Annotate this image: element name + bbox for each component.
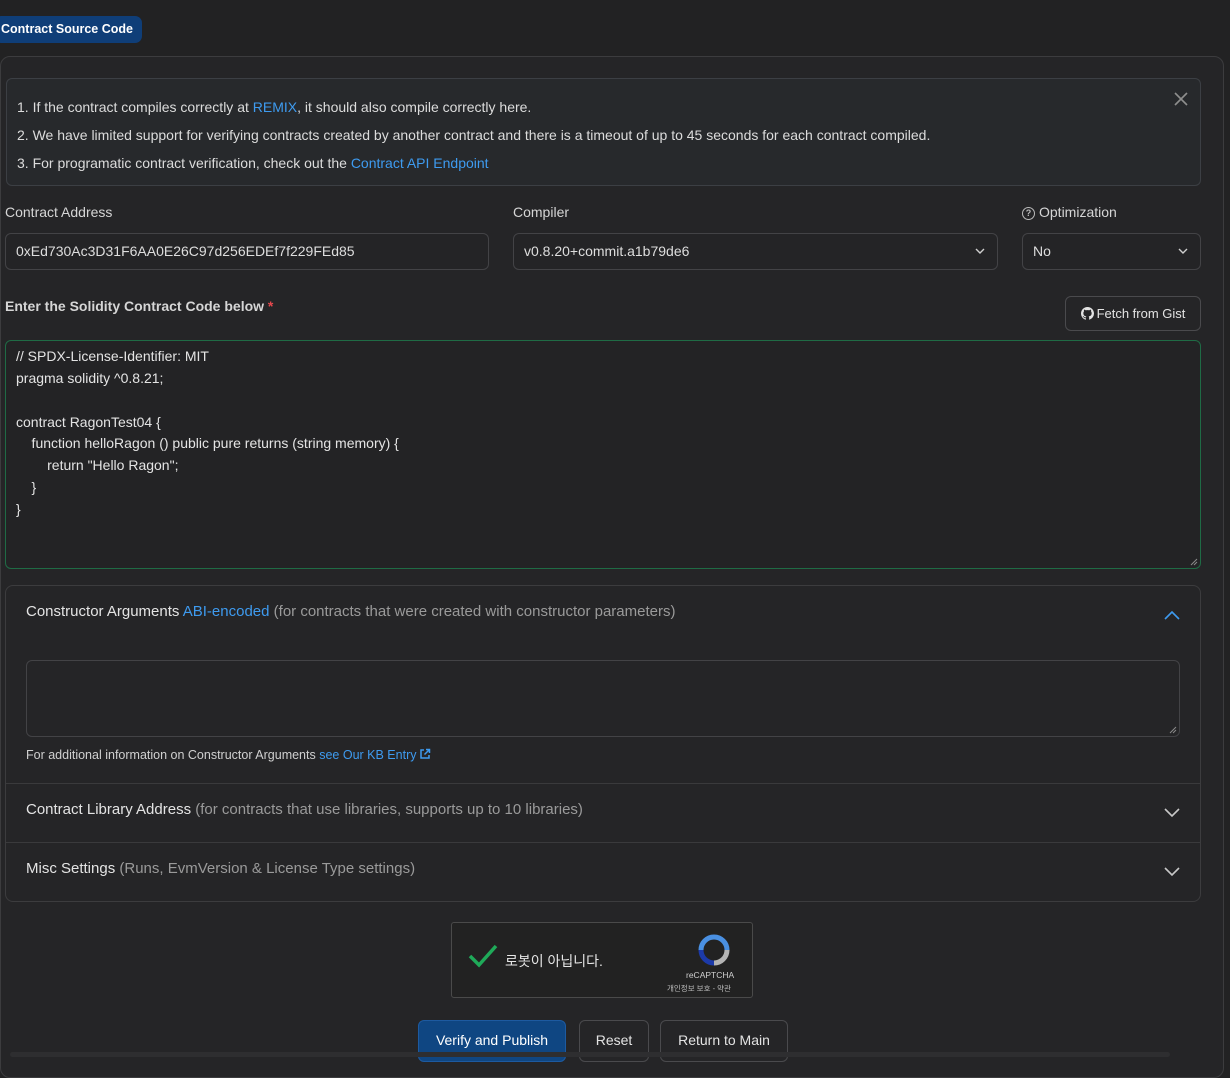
required-mark: *: [267, 298, 274, 314]
chevron-down-icon[interactable]: [1164, 808, 1180, 818]
chevron-up-icon[interactable]: [1164, 610, 1180, 620]
code-line: pragma solidity ^0.8.21;: [16, 370, 164, 386]
fetch-button-label: Fetch from Gist: [1096, 306, 1186, 321]
compiler-label: Compiler: [513, 204, 570, 220]
lib-title: Contract Library Address: [26, 801, 192, 818]
recaptcha-brand: reCAPTCHA: [686, 970, 735, 980]
horizontal-scrollbar[interactable]: [10, 1052, 1170, 1057]
misc-title: Misc Settings: [26, 860, 116, 877]
optimization-label-text: Optimization: [1039, 204, 1117, 220]
compiler-select[interactable]: v0.8.20+commit.a1b79de6: [513, 233, 998, 270]
recaptcha-widget[interactable]: 로봇이 아닙니다. reCAPTCHA 개인정보 보호 - 약관: [451, 922, 753, 998]
divider: [6, 842, 1200, 843]
code-line: function helloRagon () public pure retur…: [16, 435, 399, 451]
kb-entry-link[interactable]: see Our KB Entry: [319, 748, 431, 762]
code-line: // SPDX-License-Identifier: MIT: [16, 348, 209, 364]
constructor-arguments-input[interactable]: [26, 660, 1180, 737]
resize-handle-icon[interactable]: [1169, 726, 1177, 734]
ctor-desc: (for contracts that were created with co…: [273, 603, 676, 620]
misc-settings-header[interactable]: Misc Settings (Runs, EvmVersion & Licens…: [26, 860, 415, 877]
resize-handle-icon[interactable]: [1190, 558, 1198, 566]
alert-line-1: 1. If the contract compiles correctly at…: [17, 99, 531, 115]
alert-line-3: 3. For programatic contract verification…: [17, 155, 489, 171]
external-link-icon: [420, 748, 431, 759]
chevron-down-icon: [975, 248, 985, 254]
alert-line-2: 2. We have limited support for verifying…: [17, 127, 931, 143]
contract-api-link[interactable]: Contract API Endpoint: [351, 155, 489, 171]
info-alert: 1. If the contract compiles correctly at…: [6, 78, 1201, 186]
alert-text: , it should also compile correctly here.: [297, 99, 532, 115]
advanced-accordion: Constructor Arguments ABI-encoded (for c…: [5, 585, 1201, 902]
ctor-note-text: For additional information on Constructo…: [26, 748, 316, 762]
captcha-text: 로봇이 아닙니다.: [505, 953, 603, 969]
tab-contract-source-code[interactable]: Contract Source Code: [0, 16, 142, 43]
code-line: return "Hello Ragon";: [16, 457, 179, 473]
recaptcha-logo-icon: [698, 934, 730, 966]
help-icon[interactable]: ?: [1022, 207, 1035, 220]
code-line: contract RagonTest04 {: [16, 414, 161, 430]
code-line: }: [16, 501, 21, 517]
contract-address-label: Contract Address: [5, 204, 113, 220]
misc-desc: (Runs, EvmVersion & License Type setting…: [119, 860, 416, 877]
compiler-value: v0.8.20+commit.a1b79de6: [524, 243, 690, 259]
contract-library-address-header[interactable]: Contract Library Address (for contracts …: [26, 801, 583, 818]
constructor-arguments-header[interactable]: Constructor Arguments ABI-encoded (for c…: [26, 603, 675, 620]
ctor-title: Constructor Arguments: [26, 603, 180, 620]
code-line: }: [16, 479, 37, 495]
remix-link[interactable]: REMIX: [253, 99, 297, 115]
chevron-down-icon: [1178, 248, 1188, 254]
fetch-from-gist-button[interactable]: Fetch from Gist: [1065, 296, 1201, 331]
alert-text: 3. For programatic contract verification…: [17, 155, 351, 171]
kb-entry-link-text: see Our KB Entry: [319, 748, 417, 762]
checkmark-icon[interactable]: [468, 943, 498, 969]
abi-encoded-link[interactable]: ABI-encoded: [183, 603, 270, 620]
recaptcha-terms-link[interactable]: 개인정보 보호 - 약관: [667, 983, 731, 994]
optimization-select[interactable]: No: [1022, 233, 1201, 270]
chevron-down-icon[interactable]: [1164, 867, 1180, 877]
close-icon[interactable]: [1172, 91, 1190, 109]
optimization-value: No: [1033, 243, 1051, 259]
constructor-note: For additional information on Constructo…: [26, 748, 431, 762]
solidity-code-editor[interactable]: // SPDX-License-Identifier: MIT pragma s…: [5, 340, 1201, 569]
lib-desc: (for contracts that use libraries, suppo…: [195, 801, 583, 818]
divider: [6, 783, 1200, 784]
code-label-text: Enter the Solidity Contract Code below: [5, 298, 265, 314]
optimization-label: ? Optimization: [1022, 204, 1117, 220]
alert-text: 1. If the contract compiles correctly at: [17, 99, 253, 115]
github-icon: [1080, 307, 1094, 320]
contract-address-input[interactable]: 0xEd730Ac3D31F6AA0E26C97d256EDEf7f229FEd…: [5, 233, 489, 270]
code-label: Enter the Solidity Contract Code below *: [5, 298, 273, 314]
